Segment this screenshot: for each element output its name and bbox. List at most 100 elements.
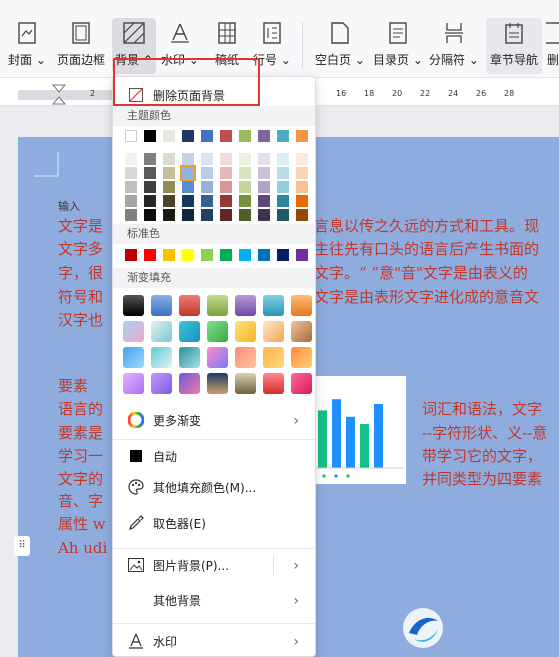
theme-shade-swatch[interactable]: [296, 167, 308, 179]
standard-color-swatch[interactable]: [182, 249, 194, 261]
standard-color-swatch[interactable]: [296, 249, 308, 261]
theme-shade-swatch[interactable]: [182, 209, 194, 221]
theme-color-swatch[interactable]: [125, 130, 137, 142]
theme-shade-swatch[interactable]: [144, 181, 156, 193]
standard-color-swatch[interactable]: [163, 249, 175, 261]
doc-text-line[interactable]: 要素是: [58, 424, 103, 443]
theme-shade-swatch[interactable]: [163, 167, 175, 179]
theme-shade-swatch[interactable]: [296, 209, 308, 221]
doc-text-line[interactable]: 学习一: [58, 447, 103, 466]
theme-color-swatch[interactable]: [258, 130, 270, 142]
doc-text-line[interactable]: 属性 w: [58, 515, 106, 534]
gradient-swatch[interactable]: [235, 347, 256, 368]
doc-text-line[interactable]: 汉字也: [58, 311, 103, 330]
other-background-item[interactable]: 其他背景 ›: [113, 584, 315, 616]
theme-shade-swatch[interactable]: [258, 195, 270, 207]
doc-text-line[interactable]: 音、字: [58, 492, 103, 511]
theme-shade-swatch[interactable]: [239, 195, 251, 207]
theme-shade-swatch[interactable]: [220, 181, 232, 193]
gradient-swatch[interactable]: [235, 295, 256, 316]
theme-shade-swatch[interactable]: [201, 153, 213, 165]
theme-shade-swatch[interactable]: [182, 153, 194, 165]
doc-heading[interactable]: 要素: [58, 377, 88, 396]
gradient-swatch[interactable]: [179, 295, 200, 316]
gradient-swatch[interactable]: [291, 295, 312, 316]
gradient-swatch[interactable]: [123, 321, 144, 342]
gradient-swatch[interactable]: [151, 373, 172, 394]
gradient-swatch[interactable]: [179, 321, 200, 342]
gradient-swatch[interactable]: [263, 347, 284, 368]
doc-text-line[interactable]: 字，很: [58, 264, 103, 283]
theme-shade-swatch[interactable]: [277, 153, 289, 165]
gradient-swatch[interactable]: [207, 373, 228, 394]
theme-shade-swatch[interactable]: [125, 195, 137, 207]
toc-page-button[interactable]: 目录页 ⌄: [372, 18, 424, 74]
theme-shade-swatch[interactable]: [220, 195, 232, 207]
gradient-swatch[interactable]: [207, 321, 228, 342]
theme-shade-swatch[interactable]: [277, 181, 289, 193]
gradient-swatch[interactable]: [179, 347, 200, 368]
auto-color-item[interactable]: 自动: [113, 440, 315, 472]
theme-shade-swatch[interactable]: [201, 195, 213, 207]
theme-shade-swatch[interactable]: [277, 195, 289, 207]
theme-color-swatch[interactable]: [296, 130, 308, 142]
doc-text-line[interactable]: 带学习它的文字，: [422, 447, 542, 466]
theme-shade-swatch[interactable]: [163, 209, 175, 221]
doc-text-line[interactable]: Ah udi: [58, 539, 107, 558]
theme-shade-swatch[interactable]: [125, 167, 137, 179]
theme-shade-swatch[interactable]: [163, 153, 175, 165]
gradient-swatch[interactable]: [207, 347, 228, 368]
theme-color-swatch[interactable]: [239, 130, 251, 142]
gradient-swatch[interactable]: [291, 347, 312, 368]
theme-shade-swatch[interactable]: [125, 181, 137, 193]
gradient-swatch[interactable]: [263, 321, 284, 342]
theme-shade-swatch[interactable]: [296, 181, 308, 193]
theme-shade-swatch[interactable]: [296, 153, 308, 165]
other-fill-color-item[interactable]: 其他填充颜色(M)...: [113, 471, 315, 503]
theme-shade-swatch[interactable]: [201, 181, 213, 193]
eyedropper-item[interactable]: 取色器(E): [113, 507, 315, 539]
standard-color-swatch[interactable]: [144, 249, 156, 261]
blank-page-button[interactable]: 空白页 ⌄: [314, 18, 366, 74]
chapter-nav-button[interactable]: 章节导航: [486, 18, 542, 74]
theme-shade-swatch[interactable]: [201, 167, 213, 179]
theme-shade-swatch[interactable]: [239, 167, 251, 179]
doc-text-line[interactable]: 文字是: [58, 217, 103, 236]
theme-shade-swatch[interactable]: [180, 165, 196, 181]
picture-background-item[interactable]: 图片背景(P)... ›: [113, 549, 315, 581]
standard-color-swatch[interactable]: [239, 249, 251, 261]
gradient-swatch[interactable]: [235, 373, 256, 394]
gradient-swatch[interactable]: [263, 295, 284, 316]
gradient-swatch[interactable]: [151, 347, 172, 368]
gradient-swatch[interactable]: [291, 321, 312, 342]
gradient-swatch[interactable]: [207, 295, 228, 316]
doc-text-line[interactable]: 词汇和语法，文字: [422, 400, 542, 419]
theme-color-swatch[interactable]: [163, 130, 175, 142]
theme-color-swatch[interactable]: [201, 130, 213, 142]
gradient-swatch[interactable]: [291, 373, 312, 394]
theme-shade-swatch[interactable]: [144, 209, 156, 221]
theme-shade-swatch[interactable]: [277, 167, 289, 179]
theme-shade-swatch[interactable]: [220, 167, 232, 179]
theme-shade-swatch[interactable]: [125, 153, 137, 165]
gradient-swatch[interactable]: [123, 347, 144, 368]
theme-shade-swatch[interactable]: [220, 153, 232, 165]
doc-text-line[interactable]: 并同类型为四要素: [422, 470, 542, 489]
doc-text-line[interactable]: 言息以传之久远的方式和工具。现: [314, 217, 539, 236]
theme-shade-swatch[interactable]: [258, 181, 270, 193]
theme-shade-swatch[interactable]: [239, 209, 251, 221]
gradient-swatch[interactable]: [123, 373, 144, 394]
gradient-swatch[interactable]: [151, 295, 172, 316]
theme-shade-swatch[interactable]: [239, 181, 251, 193]
theme-shade-swatch[interactable]: [182, 181, 194, 193]
theme-color-swatch[interactable]: [144, 130, 156, 142]
theme-shade-swatch[interactable]: [163, 195, 175, 207]
standard-color-swatch[interactable]: [125, 249, 137, 261]
cover-button[interactable]: 封面 ⌄: [8, 18, 46, 74]
theme-shade-swatch[interactable]: [144, 167, 156, 179]
theme-shade-swatch[interactable]: [182, 195, 194, 207]
theme-shade-swatch[interactable]: [258, 209, 270, 221]
theme-shade-swatch[interactable]: [239, 153, 251, 165]
theme-shade-swatch[interactable]: [144, 153, 156, 165]
theme-shade-swatch[interactable]: [144, 195, 156, 207]
